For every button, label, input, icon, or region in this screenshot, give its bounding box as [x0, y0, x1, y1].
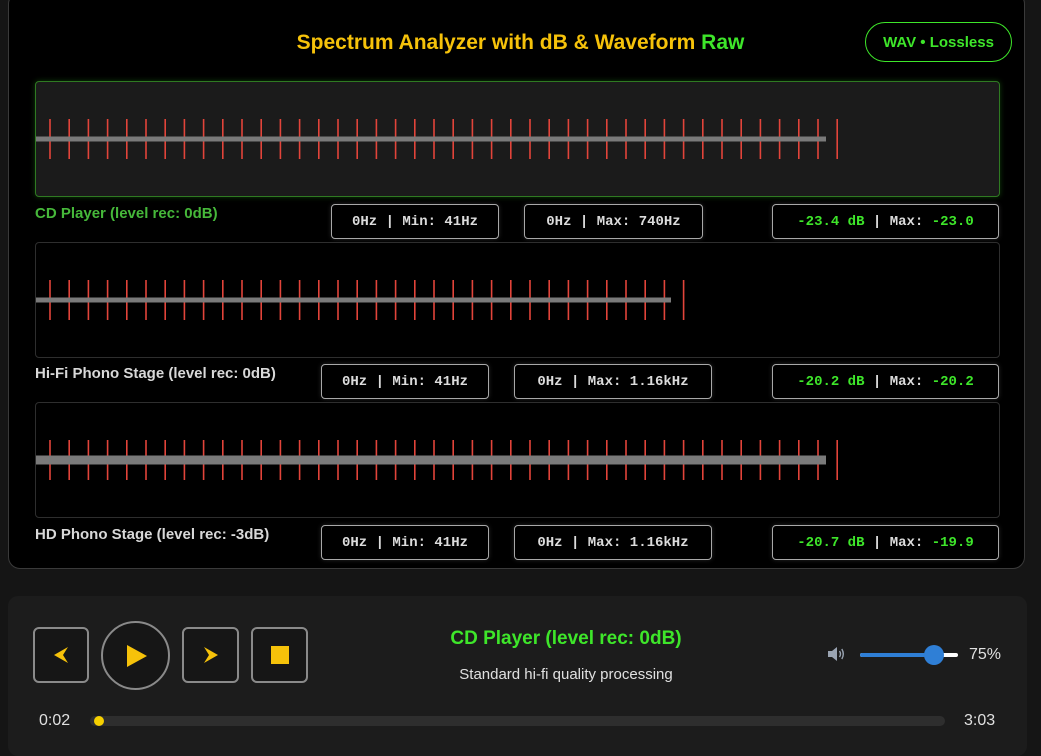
db-separator: | — [864, 534, 890, 551]
waveform-baseline — [36, 136, 826, 142]
db-max-value: -20.2 — [931, 373, 974, 390]
db-max-label: Max: — [889, 534, 932, 551]
seek-thumb[interactable] — [94, 716, 105, 726]
now-playing-description: Standard hi-fi quality processing — [459, 666, 673, 683]
volume-slider-fill — [860, 653, 934, 657]
play-icon — [126, 644, 147, 667]
waveform-baseline — [36, 455, 826, 465]
db-max-value: -19.9 — [931, 534, 974, 551]
waveform-graphic — [36, 280, 685, 320]
lane-label: CD Player (level rec: 0dB) — [35, 205, 218, 222]
now-playing-title: CD Player (level rec: 0dB) — [450, 628, 682, 649]
format-badge[interactable]: WAV • Lossless — [865, 22, 1012, 62]
lane-label: HD Phono Stage (level rec: -3dB) — [35, 526, 270, 543]
db-max-label: Max: — [889, 213, 932, 230]
db-separator: | — [864, 213, 890, 230]
waveform-graphic — [36, 119, 839, 159]
min-frequency-chip: 0Hz | Min: 41Hz — [331, 204, 499, 239]
db-level-chip: -23.4 dB | Max: -23.0 — [772, 204, 999, 239]
min-frequency-chip: 0Hz | Min: 41Hz — [321, 525, 489, 560]
db-level-chip: -20.2 dB | Max: -20.2 — [772, 364, 999, 399]
stop-icon — [270, 646, 289, 664]
title-main: Spectrum Analyzer with dB & Waveform — [296, 31, 696, 54]
lane-label: Hi-Fi Phono Stage (level rec: 0dB) — [35, 365, 276, 382]
db-value: -20.2 dB — [797, 373, 865, 390]
waveform-baseline — [36, 297, 671, 303]
volume-percent: 75% — [969, 646, 1002, 663]
speaker-icon[interactable] — [827, 645, 847, 663]
elapsed-time: 0:02 — [39, 712, 71, 729]
db-separator: | — [864, 373, 890, 390]
volume-slider-thumb[interactable] — [923, 645, 944, 665]
seek-bar[interactable] — [90, 716, 945, 726]
max-frequency-chip: 0Hz | Max: 740Hz — [524, 204, 703, 239]
min-frequency-chip: 0Hz | Min: 41Hz — [321, 364, 489, 399]
stop-button[interactable] — [251, 627, 308, 683]
next-button[interactable] — [182, 627, 239, 683]
db-max-value: -23.0 — [931, 213, 974, 230]
previous-icon — [54, 647, 68, 663]
waveform-lane-cd-player[interactable] — [35, 81, 1000, 197]
total-duration: 3:03 — [964, 712, 996, 729]
next-icon — [203, 647, 218, 663]
db-max-label: Max: — [889, 373, 932, 390]
title-accent: Raw — [701, 31, 745, 54]
max-frequency-chip: 0Hz | Max: 1.16kHz — [514, 525, 712, 560]
max-frequency-chip: 0Hz | Max: 1.16kHz — [514, 364, 712, 399]
db-value: -23.4 dB — [797, 213, 865, 230]
waveform-lane-hd-phono[interactable] — [35, 402, 1000, 518]
volume-slider[interactable] — [860, 645, 958, 665]
waveform-graphic — [36, 440, 839, 480]
waveform-lane-hifi-phono[interactable] — [35, 242, 1000, 358]
previous-button[interactable] — [33, 627, 89, 683]
db-value: -20.7 dB — [797, 534, 865, 551]
db-level-chip: -20.7 dB | Max: -19.9 — [772, 525, 999, 560]
play-button[interactable] — [101, 621, 170, 690]
